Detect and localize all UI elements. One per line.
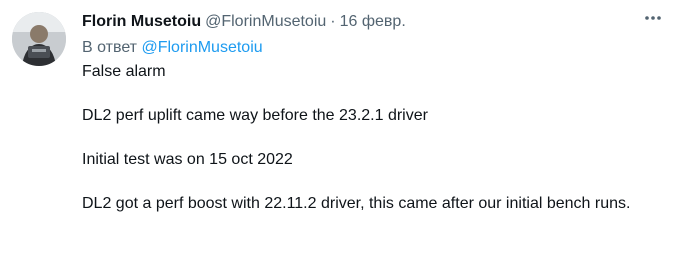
tweet[interactable]: Florin Musetoiu @FlorinMusetoiu · 16 фев… — [0, 0, 674, 253]
tweet-paragraph: DL2 got a perf boost with 22.11.2 driver… — [82, 195, 631, 212]
author-handle[interactable]: @FlorinMusetoiu — [205, 10, 326, 34]
reply-prefix: В ответ — [82, 39, 138, 56]
reply-to-link[interactable]: @FlorinMusetoiu — [141, 39, 262, 56]
tweet-date[interactable]: 16 февр. — [340, 10, 406, 34]
avatar[interactable] — [12, 12, 66, 66]
tweet-content: Florin Musetoiu @FlorinMusetoiu · 16 фев… — [82, 10, 654, 216]
tweet-header: Florin Musetoiu @FlorinMusetoiu · 16 фев… — [82, 10, 654, 34]
tweet-text: False alarm DL2 perf uplift came way bef… — [82, 60, 654, 216]
separator-dot: · — [330, 13, 336, 30]
tweet-paragraph: False alarm — [82, 63, 166, 80]
more-options-button[interactable] — [636, 8, 670, 28]
tweet-paragraph: DL2 perf uplift came way before the 23.2… — [82, 107, 428, 124]
tweet-paragraph: Initial test was on 15 oct 2022 — [82, 151, 293, 168]
author-name[interactable]: Florin Musetoiu — [82, 10, 201, 34]
avatar-image — [12, 12, 66, 66]
reply-context: В ответ @FlorinMusetoiu — [82, 36, 654, 60]
more-horizontal-icon — [645, 16, 661, 20]
